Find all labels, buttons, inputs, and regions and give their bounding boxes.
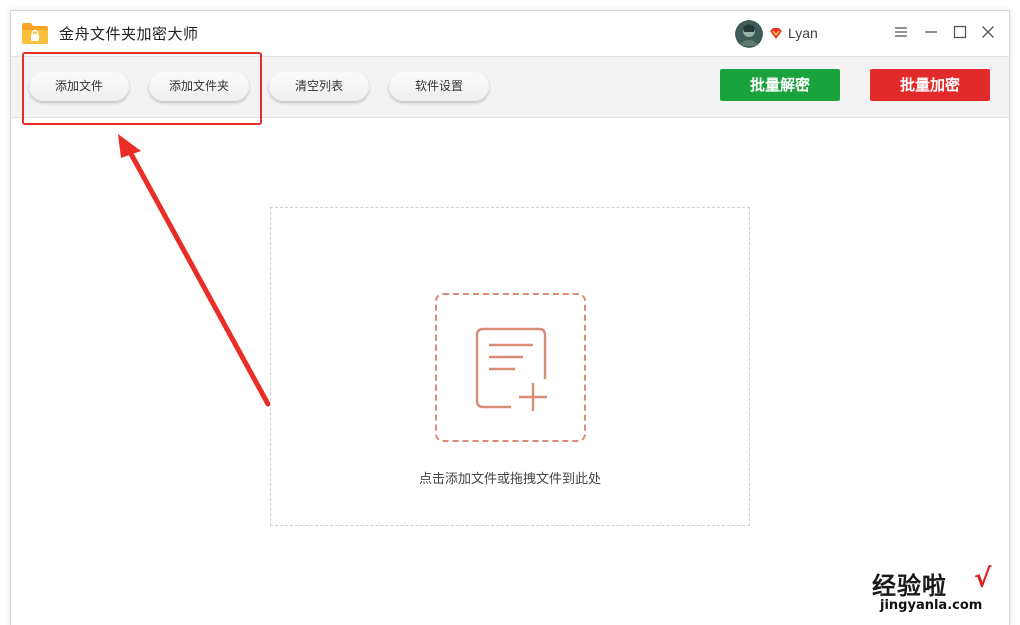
watermark-text: 经验啦 xyxy=(872,572,947,600)
watermark-url: jingyanla.com xyxy=(880,598,983,613)
title-bar: 金舟文件夹加密大师 Lyan xyxy=(11,11,1009,56)
toolbar: 添加文件 添加文件夹 清空列表 软件设置 批量解密 批量加密 xyxy=(11,56,1009,118)
batch-decrypt-button[interactable]: 批量解密 xyxy=(720,69,840,101)
close-icon[interactable] xyxy=(980,24,996,40)
settings-button[interactable]: 软件设置 xyxy=(389,72,489,101)
vip-gem-icon xyxy=(770,28,782,39)
app-title: 金舟文件夹加密大师 xyxy=(59,25,199,43)
drop-zone-hint: 点击添加文件或拖拽文件到此处 xyxy=(418,472,601,487)
drop-zone[interactable]: 点击添加文件或拖拽文件到此处 xyxy=(270,207,750,526)
add-document-icon xyxy=(475,327,547,411)
watermark: 经验啦 √ jingyanla.com xyxy=(872,564,1012,622)
folder-lock-logo-icon xyxy=(22,23,48,44)
menu-icon[interactable] xyxy=(893,24,909,40)
clear-list-button[interactable]: 清空列表 xyxy=(269,72,369,101)
watermark-check: √ xyxy=(974,564,992,594)
minimize-icon[interactable] xyxy=(923,24,939,40)
add-file-button[interactable]: 添加文件 xyxy=(29,72,129,101)
username[interactable]: Lyan xyxy=(788,25,818,41)
maximize-icon[interactable] xyxy=(952,24,968,40)
add-file-drop-target[interactable] xyxy=(435,293,586,442)
add-folder-button[interactable]: 添加文件夹 xyxy=(149,72,249,101)
batch-encrypt-button[interactable]: 批量加密 xyxy=(870,69,990,101)
user-avatar[interactable] xyxy=(735,20,763,48)
